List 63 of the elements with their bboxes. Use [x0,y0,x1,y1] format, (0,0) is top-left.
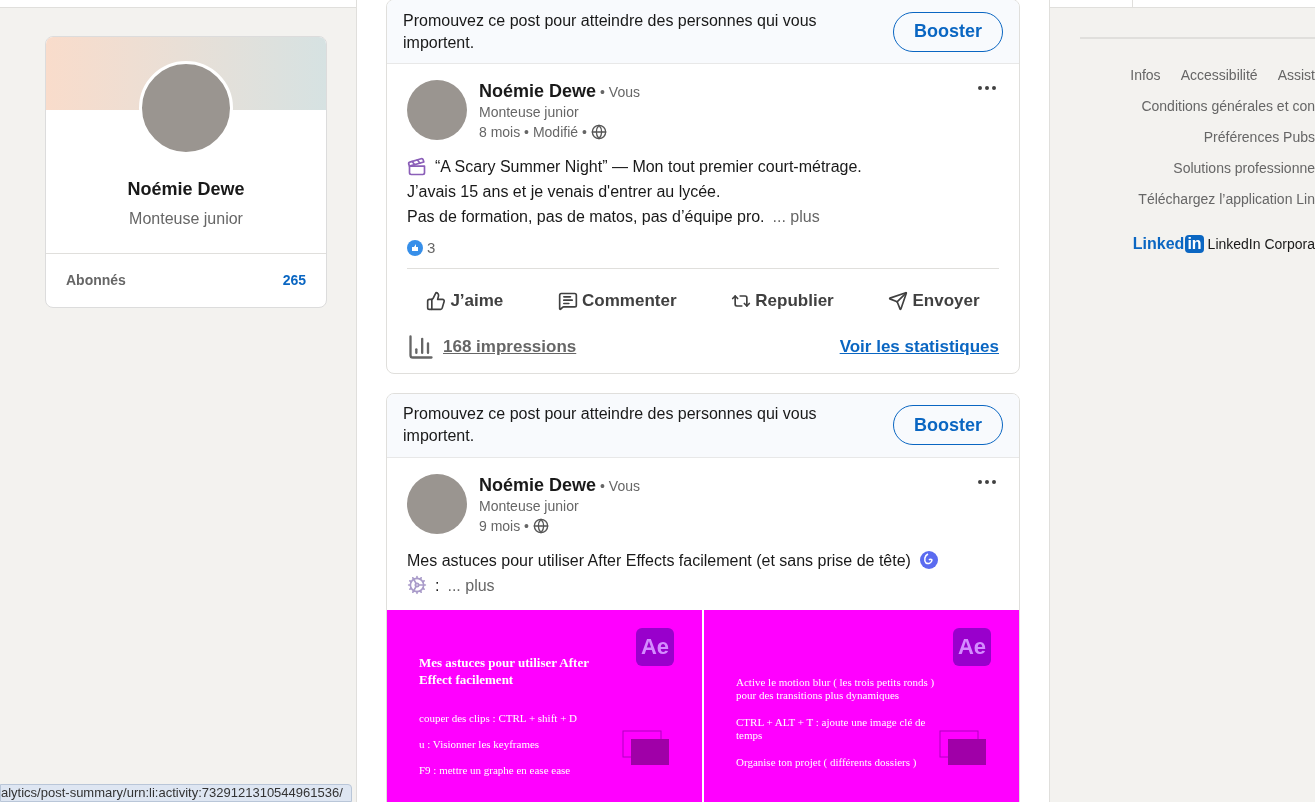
comment-icon [558,290,579,311]
slide-text: Active le motion blur ( les trois petits ronds ) pour des transitions plus dynamiques [736,675,936,702]
app-logo: Ae [953,627,991,666]
globe-icon [590,124,607,140]
reaction-count[interactable]: 3 [427,237,436,260]
slide-title: Mes astuces pour utiliser After Effect facilement [419,653,590,688]
promo-text: Promouvez ce post pour atteindre des personnes qui vous importent. [403,10,818,53]
logo-badge: in [1185,235,1204,253]
footer-link[interactable]: Assist [1277,65,1315,86]
post-action-button[interactable]: Commenter [546,276,689,325]
post-text: : [435,575,440,596]
app-logo: Ae [636,627,674,666]
carousel-slide[interactable]: Ae Mes astuces pour utiliser After Effect facilement couper des clips : CTRL + shift + D u : Visionner les keyframes F9 : mettre un graphe en ease ease [387,609,702,802]
slide-text: F9 : mettre un graphe en ease ease [419,763,572,777]
profile-name[interactable]: Noémie Dewe [127,176,245,203]
impressions-link[interactable]: 168 impressions [443,333,577,360]
promo-text: Promouvez ce post pour atteindre des personnes qui vous importent. [403,404,818,446]
footer-link[interactable]: Solutions professionne [1173,158,1315,179]
post-action-button[interactable]: Republier [719,276,846,325]
gear-icon [407,575,427,595]
author-you-label: • Vous [600,476,640,496]
like-reaction-icon [407,240,423,257]
author-headline: Monteuse junior [479,103,580,122]
statistics-link[interactable]: Voir les statistiques [839,333,999,360]
stat-value[interactable]: 265 [282,270,306,291]
post-text: “A Scary Summer Night” — Mon tout premier court-métrage. [435,157,862,177]
spiral-icon [918,550,939,570]
layers-icon [622,729,670,766]
profile-headline: Monteuse junior [129,209,243,229]
see-more-link[interactable]: ... plus [447,572,495,598]
avatar-photo-placeholder[interactable] [407,80,467,140]
author-you-label: • Vous [600,83,640,102]
bar-chart-icon [407,332,435,361]
clapperboard-icon [407,156,427,177]
footer-link[interactable]: Préférences Pubs [1203,127,1315,148]
post-text: J’avais 15 ans et je venais d'entrer au lycée. [407,182,721,202]
carousel-slide[interactable]: Ae Active le motion blur ( les trois petits ronds ) pour des transitions plus dynamiques CTRL + ALT + T : ajoute une image clé de temps Organise ton projet ( différents dossiers ) [704,609,1019,802]
slide-text: CTRL + ALT + T : ajoute une image clé de temps [736,715,927,742]
company-name: LinkedIn Corpora [1207,234,1315,254]
send-icon [888,290,909,311]
post-meta: 9 mois • [479,516,530,536]
author-name[interactable]: Noémie Dewe [479,80,597,102]
footer-link[interactable]: Téléchargez l’application Lin [1138,189,1315,210]
post-meta: 8 mois • Modifié • [479,123,587,142]
layers-icon [939,729,987,766]
globe-icon [533,517,550,534]
status-url-tooltip: alytics/post-summary/urn:li:activity:7329121310544961536/ [0,784,352,802]
slide-text: Organise ton projet ( différents dossiers ) [736,755,918,769]
author-name[interactable]: Noémie Dewe [479,473,597,496]
post-text: Pas de formation, pas de matos, pas d’équipe pro. [407,207,765,227]
post-action-button[interactable]: Envoyer [876,276,992,325]
thumbs-up-icon [426,290,447,311]
slide-text: couper des clips : CTRL + shift + D [419,711,579,725]
stat-label: Abonnés [66,271,126,290]
author-headline: Monteuse junior [479,496,580,516]
logo-wordmark: Linked [1132,234,1185,254]
post-action-button[interactable]: J’aime [414,276,516,325]
footer-link[interactable]: Accessibilité [1180,65,1258,86]
post-text: Mes astuces pour utiliser After Effects facilement (et sans prise de tête) [407,550,911,571]
see-more-link[interactable]: ... plus [772,204,820,229]
slide-text: u : Visionner les keyframes [419,737,541,751]
footer-link[interactable]: Infos [1130,65,1161,86]
footer-link[interactable]: Conditions générales et con [1141,96,1315,117]
